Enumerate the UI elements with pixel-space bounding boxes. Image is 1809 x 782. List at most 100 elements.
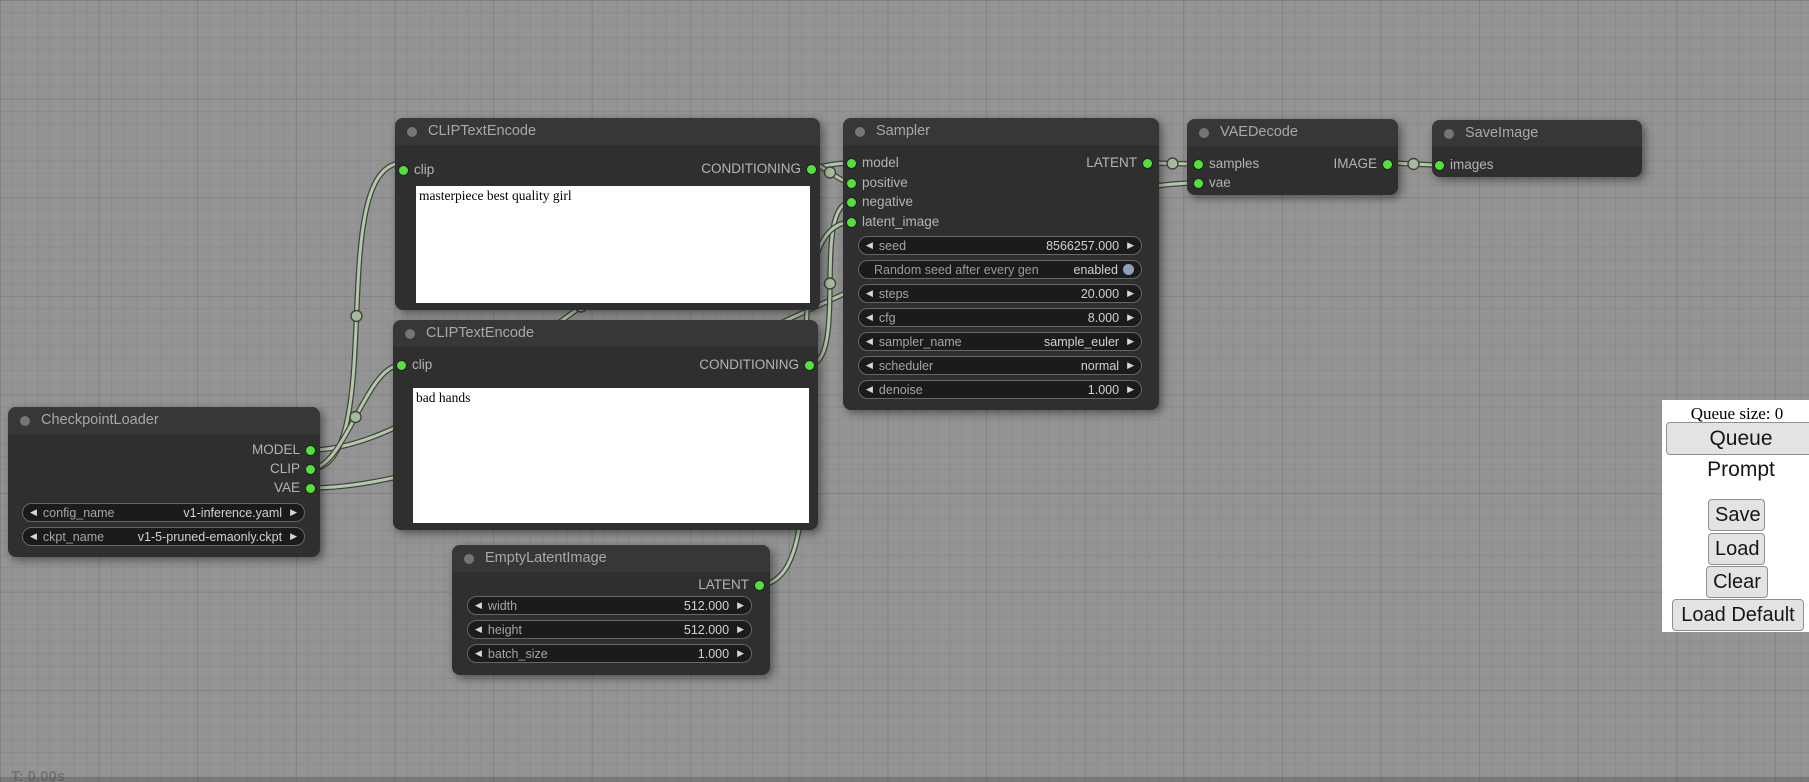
widget-scheduler[interactable]: ◀ scheduler normal ▶	[858, 356, 1142, 375]
collapse-dot[interactable]	[1444, 129, 1454, 139]
collapse-dot[interactable]	[464, 554, 474, 564]
input-slot-dot[interactable]	[847, 179, 856, 188]
widget-value: 1.000	[923, 383, 1119, 397]
queue-prompt-button[interactable]: Queue Prompt	[1666, 422, 1809, 455]
output-slot-latent[interactable]: LATENT	[843, 156, 1152, 170]
output-slot-dot[interactable]	[306, 446, 315, 455]
output-slot-dot[interactable]	[1143, 159, 1152, 168]
output-slot-conditioning[interactable]: CONDITIONING	[395, 162, 816, 176]
increment-arrow-icon[interactable]: ▶	[1127, 357, 1134, 374]
toggle-dot[interactable]	[1123, 264, 1134, 275]
output-slot-image[interactable]: IMAGE	[1187, 157, 1392, 171]
widget-random-seed-toggle[interactable]: Random seed after every gen enabled	[858, 260, 1142, 279]
clear-button[interactable]: Clear	[1706, 566, 1768, 598]
node-title: Sampler	[876, 123, 930, 139]
widget-width[interactable]: ◀ width 512.000 ▶	[467, 596, 752, 615]
input-slot-dot[interactable]	[1435, 161, 1444, 170]
output-slot-dot[interactable]	[306, 465, 315, 474]
increment-arrow-icon[interactable]: ▶	[1127, 381, 1134, 398]
increment-arrow-icon[interactable]: ▶	[290, 504, 297, 521]
collapse-dot[interactable]	[1199, 128, 1209, 138]
collapse-dot[interactable]	[407, 127, 417, 137]
input-slot-latent-image[interactable]: latent_image	[847, 215, 939, 229]
save-button[interactable]: Save	[1708, 499, 1765, 531]
widget-batch-size[interactable]: ◀ batch_size 1.000 ▶	[467, 644, 752, 663]
widget-config-name[interactable]: ◀ config_name v1-inference.yaml ▶	[22, 503, 305, 522]
link-midpoint-dot	[825, 167, 836, 178]
output-slot-dot[interactable]	[807, 165, 816, 174]
node-titlebar[interactable]: Sampler	[843, 118, 1159, 145]
input-slot-dot[interactable]	[1194, 179, 1203, 188]
increment-arrow-icon[interactable]: ▶	[1127, 333, 1134, 350]
node-titlebar[interactable]: CLIPTextEncode	[395, 118, 820, 145]
widget-cfg[interactable]: ◀ cfg 8.000 ▶	[858, 308, 1142, 327]
collapse-dot[interactable]	[405, 329, 415, 339]
widget-seed[interactable]: ◀ seed 8566257.000 ▶	[858, 236, 1142, 255]
negative-prompt-textarea[interactable]: bad hands	[413, 388, 809, 523]
decrement-arrow-icon[interactable]: ◀	[866, 237, 873, 254]
node-vaedecode[interactable]: VAEDecode samples vae IMAGE	[1187, 119, 1398, 195]
positive-prompt-textarea[interactable]: masterpiece best quality girl	[416, 186, 810, 303]
collapse-dot[interactable]	[20, 416, 30, 426]
output-slot-dot[interactable]	[805, 361, 814, 370]
node-titlebar[interactable]: SaveImage	[1432, 120, 1642, 147]
node-emptylatentimage[interactable]: EmptyLatentImage LATENT ◀ width 512.000 …	[452, 545, 770, 675]
decrement-arrow-icon[interactable]: ◀	[475, 645, 482, 662]
node-titlebar[interactable]: CLIPTextEncode	[393, 320, 818, 347]
output-slot-model[interactable]: MODEL	[8, 443, 315, 457]
input-slot-dot[interactable]	[847, 218, 856, 227]
output-slot-clip[interactable]: CLIP	[8, 462, 315, 476]
input-slot-positive[interactable]: positive	[847, 176, 908, 190]
increment-arrow-icon[interactable]: ▶	[1127, 285, 1134, 302]
widget-label: config_name	[43, 506, 115, 520]
node-checkpointloader[interactable]: CheckpointLoader MODEL CLIP VAE ◀ config…	[8, 407, 320, 557]
decrement-arrow-icon[interactable]: ◀	[866, 381, 873, 398]
output-slot-dot[interactable]	[1383, 160, 1392, 169]
node-cliptextencode-negative[interactable]: CLIPTextEncode clip CONDITIONING bad han…	[393, 320, 818, 530]
increment-arrow-icon[interactable]: ▶	[290, 528, 297, 545]
decrement-arrow-icon[interactable]: ◀	[866, 285, 873, 302]
decrement-arrow-icon[interactable]: ◀	[475, 621, 482, 638]
node-titlebar[interactable]: VAEDecode	[1187, 119, 1398, 146]
node-saveimage[interactable]: SaveImage images	[1432, 120, 1642, 177]
collapse-dot[interactable]	[855, 127, 865, 137]
node-title: EmptyLatentImage	[485, 550, 607, 566]
node-titlebar[interactable]: EmptyLatentImage	[452, 545, 770, 572]
decrement-arrow-icon[interactable]: ◀	[30, 528, 37, 545]
widget-ckpt-name[interactable]: ◀ ckpt_name v1-5-pruned-emaonly.ckpt ▶	[22, 527, 305, 546]
decrement-arrow-icon[interactable]: ◀	[866, 333, 873, 350]
decrement-arrow-icon[interactable]: ◀	[475, 597, 482, 614]
increment-arrow-icon[interactable]: ▶	[737, 597, 744, 614]
node-titlebar[interactable]: CheckpointLoader	[8, 407, 320, 434]
increment-arrow-icon[interactable]: ▶	[1127, 309, 1134, 326]
increment-arrow-icon[interactable]: ▶	[1127, 237, 1134, 254]
widget-label: height	[488, 623, 522, 637]
input-slot-images[interactable]: images	[1435, 158, 1494, 172]
increment-arrow-icon[interactable]: ▶	[737, 621, 744, 638]
graph-canvas[interactable]: CheckpointLoader MODEL CLIP VAE ◀ config…	[0, 0, 1809, 782]
output-slot-conditioning[interactable]: CONDITIONING	[393, 358, 814, 372]
output-slot-dot[interactable]	[755, 581, 764, 590]
input-slot-label: images	[1450, 157, 1494, 172]
node-sampler[interactable]: Sampler model positive negative latent_i…	[843, 118, 1159, 410]
widget-label: scheduler	[879, 359, 933, 373]
output-slot-vae[interactable]: VAE	[8, 481, 315, 495]
widget-value: sample_euler	[962, 335, 1119, 349]
input-slot-vae[interactable]: vae	[1194, 176, 1231, 190]
decrement-arrow-icon[interactable]: ◀	[30, 504, 37, 521]
decrement-arrow-icon[interactable]: ◀	[866, 309, 873, 326]
input-slot-negative[interactable]: negative	[847, 195, 913, 209]
decrement-arrow-icon[interactable]: ◀	[866, 357, 873, 374]
widget-denoise[interactable]: ◀ denoise 1.000 ▶	[858, 380, 1142, 399]
input-slot-dot[interactable]	[847, 198, 856, 207]
load-button[interactable]: Load	[1708, 533, 1765, 565]
load-default-button[interactable]: Load Default	[1672, 599, 1804, 631]
widget-height[interactable]: ◀ height 512.000 ▶	[467, 620, 752, 639]
output-slot-latent[interactable]: LATENT	[452, 578, 764, 592]
increment-arrow-icon[interactable]: ▶	[737, 645, 744, 662]
widget-steps[interactable]: ◀ steps 20.000 ▶	[858, 284, 1142, 303]
output-slot-dot[interactable]	[306, 484, 315, 493]
node-title: CLIPTextEncode	[428, 123, 536, 139]
node-cliptextencode-positive[interactable]: CLIPTextEncode clip CONDITIONING masterp…	[395, 118, 820, 310]
widget-sampler-name[interactable]: ◀ sampler_name sample_euler ▶	[858, 332, 1142, 351]
